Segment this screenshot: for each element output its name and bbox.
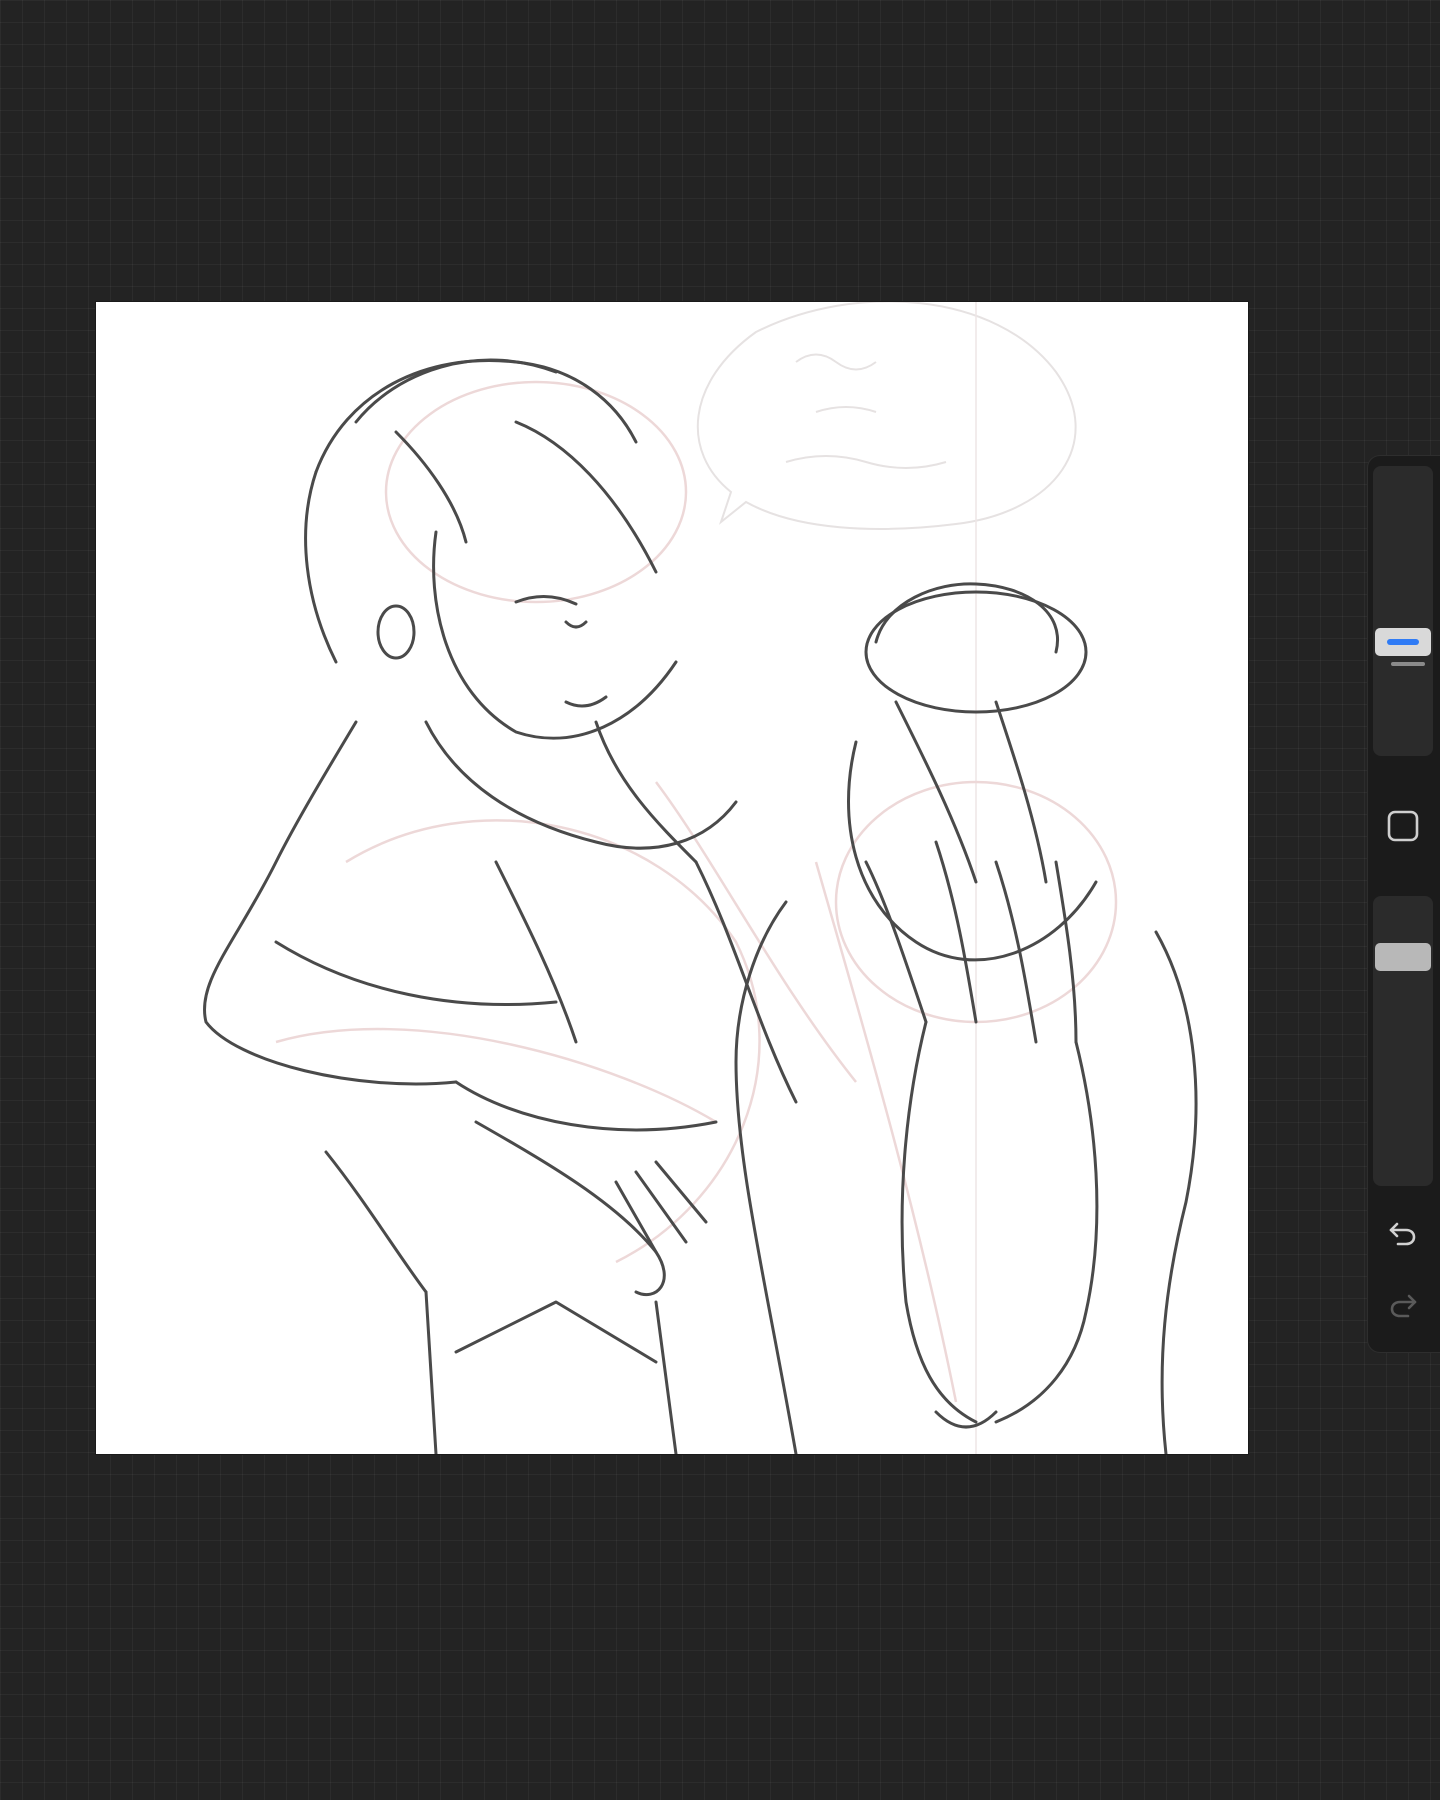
- brush-size-slider[interactable]: [1373, 466, 1433, 756]
- drawing-canvas[interactable]: [96, 302, 1248, 1454]
- brush-size-thumb[interactable]: [1375, 628, 1431, 656]
- opacity-thumb[interactable]: [1375, 943, 1431, 971]
- redo-icon: [1390, 1294, 1417, 1318]
- undo-icon: [1389, 1222, 1416, 1246]
- square-icon: [1387, 810, 1419, 842]
- undo-button[interactable]: [1378, 1208, 1428, 1258]
- opacity-slider[interactable]: [1373, 896, 1433, 1186]
- brush-size-tick: [1391, 662, 1425, 666]
- tool-sidebar: [1368, 456, 1440, 1352]
- redo-button[interactable]: [1378, 1280, 1428, 1330]
- sketch-artwork: [203, 302, 1198, 1454]
- modify-button[interactable]: [1378, 801, 1428, 851]
